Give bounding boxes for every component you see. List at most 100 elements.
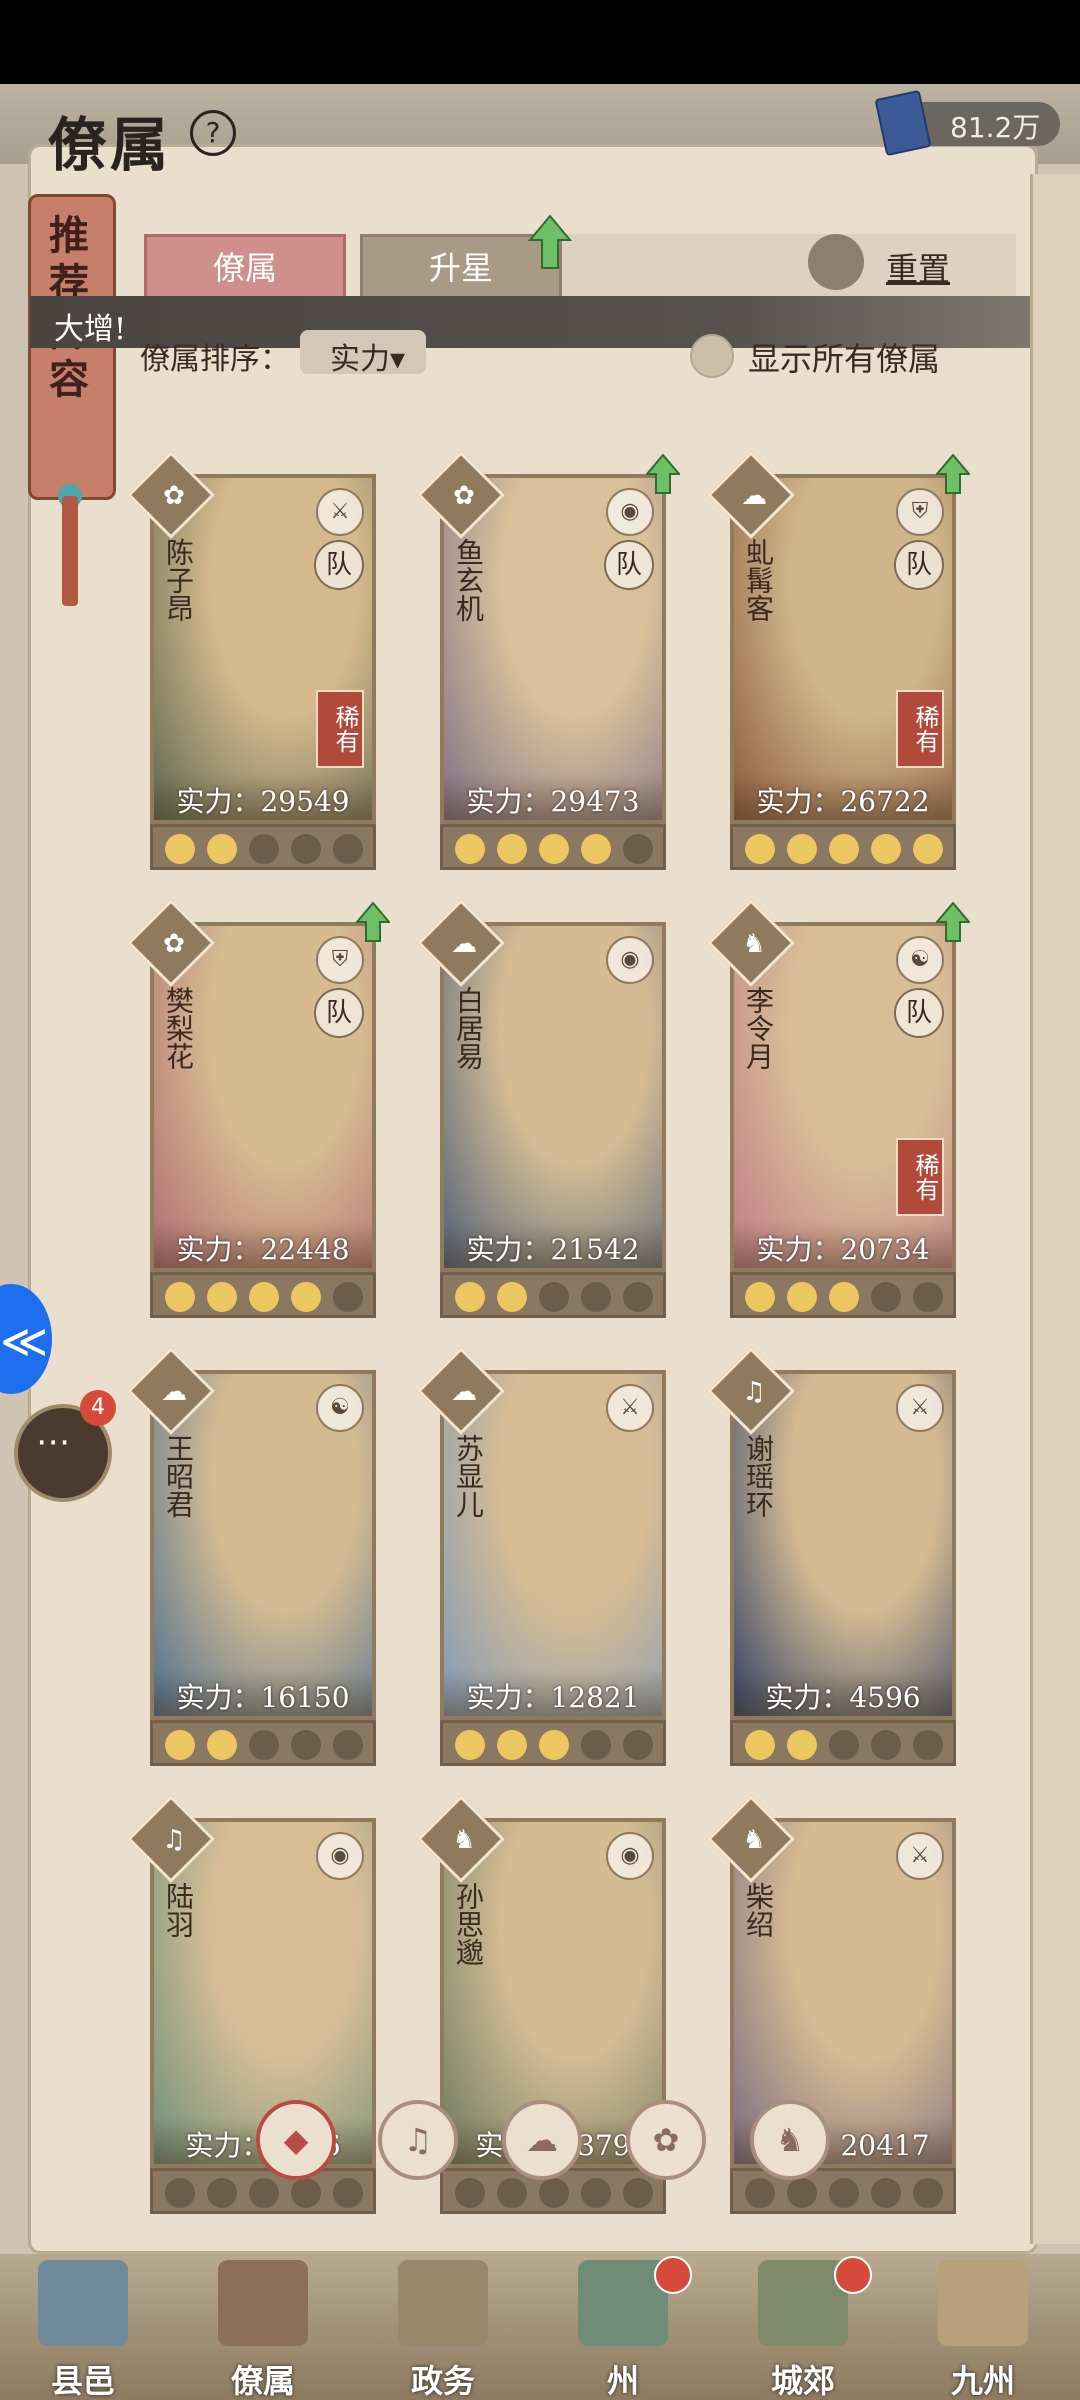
moon-star-filled-icon xyxy=(165,1282,195,1312)
moon-star-filled-icon xyxy=(787,834,817,864)
fan-filter-icon[interactable]: ✿ xyxy=(626,2100,706,2180)
sword-icon: ⚔ xyxy=(316,488,364,536)
tab-liaoshu[interactable]: 僚属 xyxy=(144,234,346,302)
character-name: 柴绍 xyxy=(742,1882,775,1938)
moon-star-filled-icon xyxy=(539,1730,569,1760)
sword-icon: ⚔ xyxy=(896,1832,944,1880)
retainer-card[interactable]: 王昭君 ☯ 实力：16150 ☁ xyxy=(127,1347,376,1766)
nav-label[interactable]: 僚属 xyxy=(188,2356,338,2400)
moon-star-filled-icon xyxy=(207,1282,237,1312)
moon-star-empty-icon xyxy=(291,834,321,864)
retainer-card[interactable]: 陈子昂 ⚔ 队稀有 实力：29549 ✿ xyxy=(127,451,376,870)
nav-label[interactable]: 州 xyxy=(548,2356,698,2400)
nav-icon[interactable] xyxy=(38,2260,128,2346)
reset-icon[interactable] xyxy=(808,234,864,290)
nav-label[interactable]: 政务 xyxy=(368,2356,518,2400)
moon-star-empty-icon xyxy=(291,2178,321,2208)
moon-star-empty-icon xyxy=(249,1730,279,1760)
moon-star-filled-icon xyxy=(207,834,237,864)
retainer-card[interactable]: 苏显儿 ⚔ 实力：12821 ☁ xyxy=(417,1347,666,1766)
retainer-card[interactable]: 谢瑶环 ⚔ 实力：4596 ♫ xyxy=(707,1347,956,1766)
nav-label[interactable]: 县邑 xyxy=(8,2356,158,2400)
moon-star-empty-icon xyxy=(581,1730,611,1760)
currency-value: 81.2万 xyxy=(950,111,1041,144)
retainer-card[interactable]: 樊梨花 ⛨ 队实力：22448 ✿ xyxy=(127,899,390,1318)
moon-star-empty-icon xyxy=(333,2178,363,2208)
sort-value[interactable]: 实力▾ xyxy=(330,334,405,378)
power-strip: 实力：26722 xyxy=(734,774,952,820)
character-name: 樊梨花 xyxy=(162,986,195,1070)
card-frame: 谢瑶环 ⚔ 实力：4596 xyxy=(730,1370,956,1720)
moon-star-filled-icon xyxy=(745,834,775,864)
moon-star-empty-icon xyxy=(913,2178,943,2208)
gourd-icon: ☁ xyxy=(451,1377,477,1407)
fan-icon: ✿ xyxy=(163,481,185,511)
power-value: 实力：16150 xyxy=(176,1681,350,1714)
character-name: 王昭君 xyxy=(162,1434,195,1518)
show-all-toggle[interactable] xyxy=(690,334,734,378)
nav-icon[interactable] xyxy=(218,2260,308,2346)
gourd-filter-icon[interactable]: ☁ xyxy=(502,2100,582,2180)
moon-star-filled-icon xyxy=(497,1730,527,1760)
nav-label[interactable]: 九州 xyxy=(908,2356,1058,2400)
nav-icon[interactable] xyxy=(938,2260,1028,2346)
gourd-icon: ☁ xyxy=(161,1377,187,1407)
moon-star-filled-icon xyxy=(497,834,527,864)
help-icon[interactable]: ? xyxy=(190,110,236,156)
bell-filter-icon[interactable]: ♫ xyxy=(378,2100,458,2180)
moon-star-filled-icon xyxy=(207,1730,237,1760)
star-rating xyxy=(150,1272,376,1318)
card-frame: 鱼玄机 ◉ 队实力：29473 xyxy=(440,474,666,824)
upgrade-arrow-icon xyxy=(646,454,680,494)
team-badge: 队 xyxy=(894,988,944,1038)
moon-star-filled-icon xyxy=(829,1282,859,1312)
retainer-card[interactable]: 虬髯客 ⛨ 队稀有 实力：26722 ☁ xyxy=(707,451,970,870)
moon-star-empty-icon xyxy=(497,2178,527,2208)
moon-star-filled-icon xyxy=(455,1730,485,1760)
team-badge: 队 xyxy=(314,988,364,1038)
nav-icon[interactable] xyxy=(398,2260,488,2346)
power-strip: 实力：22448 xyxy=(154,1222,372,1268)
moon-star-empty-icon xyxy=(333,1730,363,1760)
retainer-card[interactable]: 李令月 ☯ 队稀有 实力：20734 ♞ xyxy=(707,899,970,1318)
horse-icon: ♞ xyxy=(742,929,766,959)
rare-badge: 稀有 xyxy=(896,690,944,768)
moon-star-empty-icon xyxy=(787,2178,817,2208)
power-value: 实力：29549 xyxy=(176,785,350,818)
horse-filter-icon[interactable]: ♞ xyxy=(750,2100,830,2180)
moon-star-empty-icon xyxy=(291,1730,321,1760)
moon-star-filled-icon xyxy=(497,1282,527,1312)
retainer-card[interactable]: 鱼玄机 ◉ 队实力：29473 ✿ xyxy=(417,451,680,870)
tassel xyxy=(62,496,78,606)
all-filter-icon[interactable]: ◆ xyxy=(256,2100,336,2180)
card-frame: 白居易 ◉ 实力：21542 xyxy=(440,922,666,1272)
reset-button[interactable]: 重置 xyxy=(886,244,950,290)
star-rating xyxy=(150,1720,376,1766)
moon-star-filled-icon xyxy=(787,1730,817,1760)
character-name: 鱼玄机 xyxy=(452,538,485,622)
retainer-card[interactable]: 白居易 ◉ 实力：21542 ☁ xyxy=(417,899,666,1318)
moon-star-empty-icon xyxy=(249,2178,279,2208)
moon-star-empty-icon xyxy=(871,1282,901,1312)
character-name: 陆羽 xyxy=(162,1882,195,1938)
power-value: 实力：4596 xyxy=(765,1681,921,1714)
fan-icon: ✿ xyxy=(163,929,185,959)
moon-star-empty-icon xyxy=(207,2178,237,2208)
yinyang-icon: ☯ xyxy=(316,1384,364,1432)
moon-star-empty-icon xyxy=(333,1282,363,1312)
show-all-label[interactable]: 显示所有僚属 xyxy=(748,334,940,380)
moon-star-filled-icon xyxy=(249,1282,279,1312)
moon-star-empty-icon xyxy=(913,1730,943,1760)
card-frame: 王昭君 ☯ 实力：16150 xyxy=(150,1370,376,1720)
status-bar xyxy=(0,0,1080,84)
star-rating xyxy=(730,1720,956,1766)
bell-icon: ◉ xyxy=(606,1832,654,1880)
upgrade-arrow-icon xyxy=(936,902,970,942)
bell-icon: ◉ xyxy=(606,936,654,984)
moon-star-empty-icon xyxy=(455,2178,485,2208)
power-value: 实力：20734 xyxy=(756,1233,930,1266)
moon-star-empty-icon xyxy=(165,2178,195,2208)
rare-badge: 稀有 xyxy=(896,1138,944,1216)
nav-label[interactable]: 城郊 xyxy=(728,2356,878,2400)
star-rating xyxy=(150,824,376,870)
